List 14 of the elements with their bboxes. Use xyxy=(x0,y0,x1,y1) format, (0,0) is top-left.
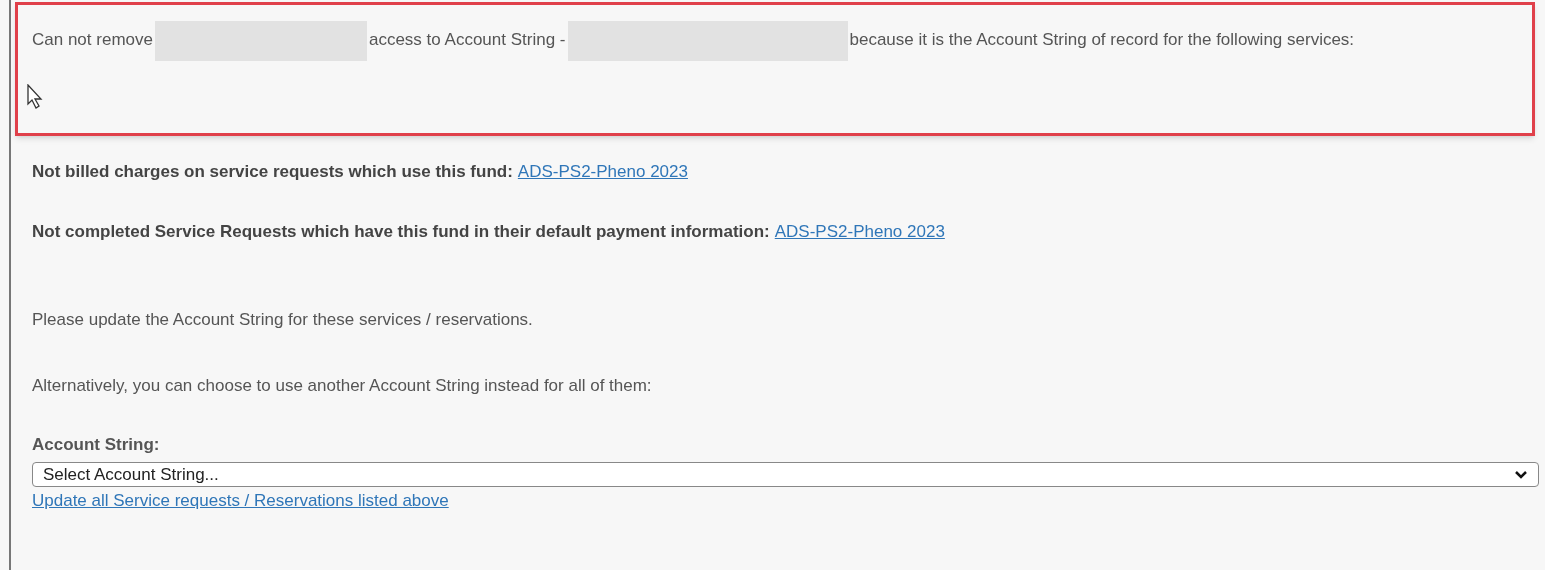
message-text: access to Account String - xyxy=(368,30,566,50)
update-link[interactable]: Update all Service requests / Reservations listed above xyxy=(32,489,449,513)
message-text: because it is the Account String of record for the following services: xyxy=(849,30,1355,50)
service-request-link[interactable]: ADS-PS2-Pheno 2023 xyxy=(517,160,688,184)
chevron-down-icon xyxy=(1514,469,1528,480)
blocker-label: Not completed Service Requests which have this fund in their default payment information: xyxy=(32,221,770,243)
account-select[interactable]: Select Account String... xyxy=(32,462,1539,487)
instruction-text: Alternatively, you can choose to use another Account String instead for all of them: xyxy=(32,375,652,397)
instruction-text: Please update the Account String for these services / reservations. xyxy=(32,309,533,331)
message-text: Can not remove xyxy=(32,30,153,50)
field-label: Account String: xyxy=(32,434,160,456)
cursor-icon xyxy=(27,84,43,110)
service-request-link[interactable]: ADS-PS2-Pheno 2023 xyxy=(774,220,945,244)
blocker-label: Not billed charges on service requests which use this fund: xyxy=(32,161,513,183)
